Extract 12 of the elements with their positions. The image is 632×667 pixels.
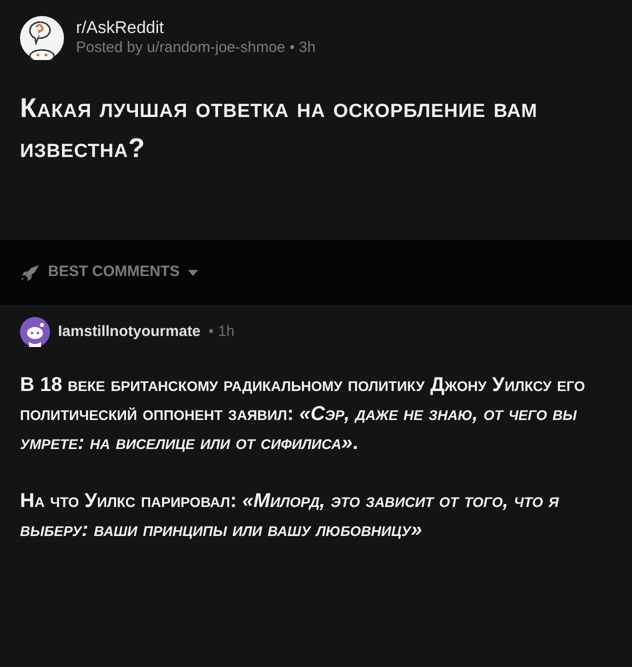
post-title: Какая лучшая ответка на оскорбление вам известна?	[20, 92, 538, 165]
subreddit-avatar-icon[interactable]	[20, 16, 64, 60]
subreddit-name[interactable]: r/AskReddit	[76, 18, 316, 38]
caret-icon	[188, 270, 198, 276]
comment-paragraph: В 18 веке британскому радикальному политику Джону Уилксу его политический оппонент заявил: «Сэр, даже не знаю, от чего вы умрете: на виселице или от сифилиса».	[20, 373, 586, 456]
user-avatar-icon	[20, 317, 50, 347]
comment-time: • 1h	[208, 322, 235, 342]
comment-author[interactable]: Iamstillnotyourmate	[58, 320, 201, 344]
post-meta: Posted by u/random-joe-shmoe • 3h	[76, 38, 316, 58]
rocket-icon	[20, 264, 40, 282]
comment-paragraph: На что Уилкс парировал: «Милорд, это зависит от того, что я выберу: ваши принципы или вашу любовницу»	[20, 489, 560, 543]
sort-dropdown[interactable]: BEST COMMENTS	[20, 261, 198, 284]
